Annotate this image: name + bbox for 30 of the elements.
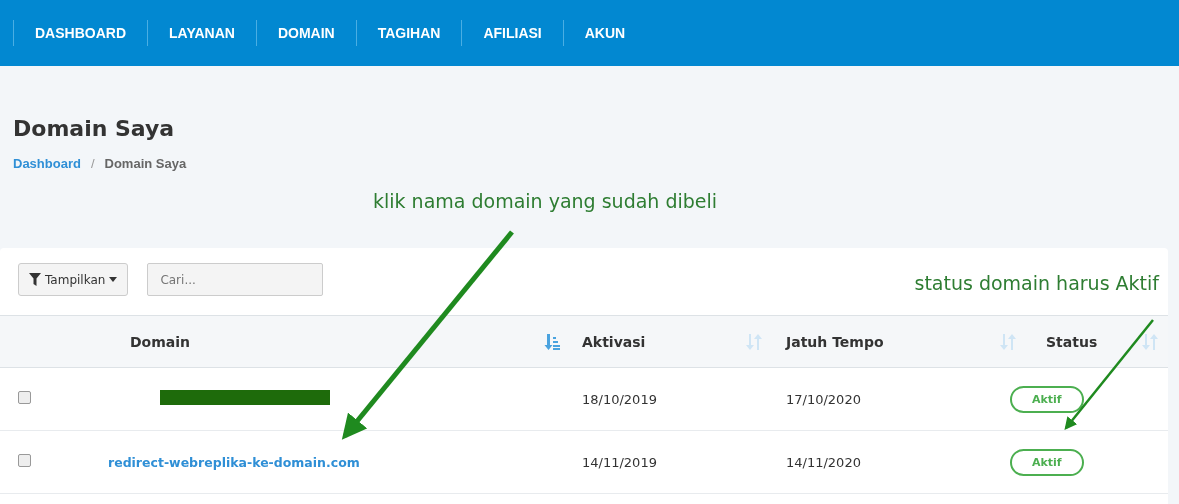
column-header: Status (1046, 333, 1098, 350)
breadcrumb-link[interactable]: Dashboard (13, 156, 81, 171)
nav-link[interactable]: DASHBOARD (13, 20, 147, 46)
table-cell: 14/11/2019 (582, 454, 657, 470)
annotation-text: status domain harus Aktif (914, 272, 1159, 294)
nav-link[interactable]: TAGIHAN (355, 20, 462, 46)
table-cell: 18/10/2019 (582, 391, 657, 407)
table-cell: 17/10/2020 (786, 391, 861, 407)
annotation-text: klik nama domain yang sudah dibeli (373, 190, 718, 212)
nav-link[interactable]: DOMAIN (255, 20, 356, 46)
row-checkbox[interactable] (18, 391, 31, 404)
caret-icon (109, 277, 118, 282)
sort-descending-icon[interactable] (544, 333, 560, 350)
filter-icon (29, 273, 41, 286)
breadcrumb-current: Domain Saya (104, 156, 187, 171)
breadcrumb-separator: / (90, 156, 95, 171)
nav-link[interactable]: LAYANAN (147, 20, 256, 46)
status-badge: Aktif (1010, 448, 1084, 476)
column-header: Domain (130, 333, 191, 350)
domain-link[interactable]: redirect-webreplika-ke-domain.com (108, 454, 360, 470)
table-cell: 14/11/2020 (786, 454, 861, 470)
filter-dropdown-button[interactable]: Tampilkan (18, 263, 129, 296)
nav-link[interactable]: AKUN (562, 20, 647, 46)
nav-link[interactable]: AFILIASI (461, 20, 563, 46)
column-header: Jatuh Tempo (786, 333, 884, 350)
status-badge: Aktif (1010, 385, 1084, 413)
search-field[interactable]: Cari... (147, 263, 324, 296)
column-header: Aktivasi (582, 333, 646, 350)
row-checkbox[interactable] (18, 454, 31, 467)
page-title: Domain Saya (13, 115, 176, 143)
